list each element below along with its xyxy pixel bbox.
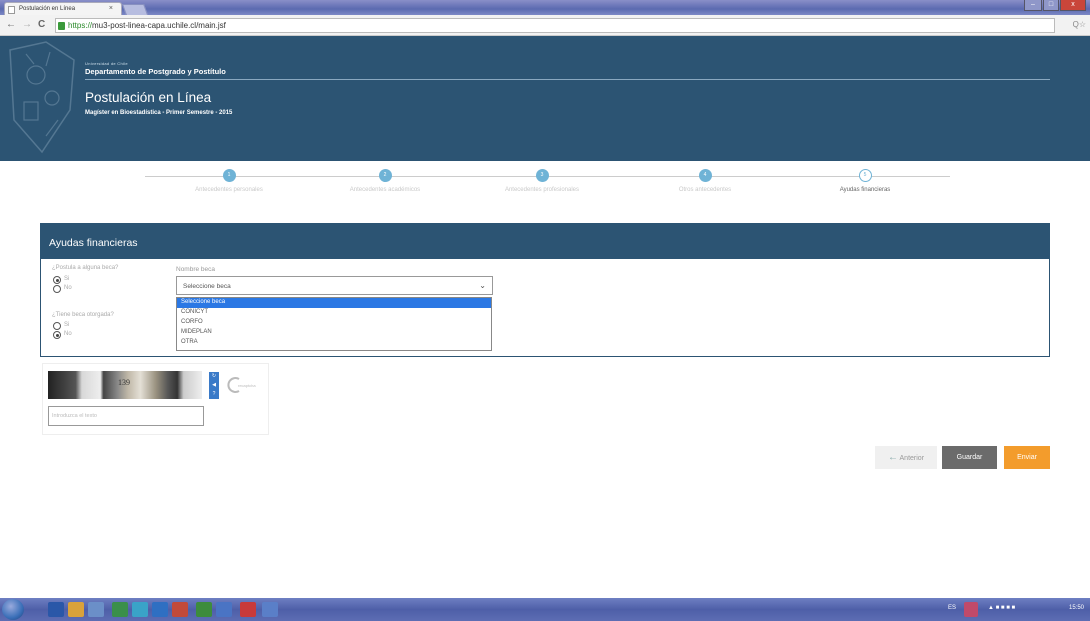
scholarship-dropdown: Seleccione beca CONICYT CORFO MIDEPLAN O… <box>176 297 492 351</box>
audio-icon[interactable]: ◀ <box>212 383 216 388</box>
tray-icons[interactable]: ▲ ■ ■ ■ ■ <box>988 605 1015 611</box>
recaptcha-logo-icon: recaptcha <box>227 377 256 393</box>
step-label: Ayudas financieras <box>839 187 891 193</box>
window-icon[interactable] <box>262 602 278 617</box>
progress-steps: 1 Antecedentes personales 2 Antecedentes… <box>0 161 1090 211</box>
arrow-left-icon: ← <box>887 452 898 463</box>
header-divider <box>85 79 1050 80</box>
clock: 15:50 <box>1068 605 1084 611</box>
chevron-down-icon: ⌄ <box>479 281 486 290</box>
outlook-icon[interactable] <box>216 602 232 617</box>
page-subtitle: Magíster en Bioestadística - Primer Seme… <box>85 110 233 116</box>
dropdown-option[interactable]: MIDEPLAN <box>177 328 491 338</box>
captcha-widget: 139 ↻ ◀ ? recaptcha Introduzca el texto <box>42 363 269 435</box>
app-icon[interactable] <box>132 602 148 617</box>
site-header: Universidad de Chile Departamento de Pos… <box>0 36 1090 161</box>
step-5[interactable]: 5 Ayudas financieras <box>790 169 940 193</box>
step-number: 5 <box>858 169 872 182</box>
university-name: Universidad de Chile <box>85 61 128 66</box>
previous-button[interactable]: ← Anterior <box>875 446 937 469</box>
url-scheme: https:// <box>68 21 93 30</box>
window-controls: – □ x <box>1024 0 1086 11</box>
scholarship-name-label: Nombre beca <box>176 266 216 273</box>
step-label: Antecedentes profesionales <box>504 187 580 193</box>
university-crest-icon <box>9 41 75 154</box>
start-button[interactable] <box>2 599 24 620</box>
financial-aid-panel: Ayudas financieras ¿Postula a alguna bec… <box>40 223 1050 357</box>
save-button[interactable]: Guardar <box>942 446 997 469</box>
captcha-buttons: ↻ ◀ ? <box>209 372 219 399</box>
excel-icon[interactable] <box>196 602 212 617</box>
lock-icon <box>58 22 65 30</box>
browser-tab[interactable]: Postulación en Línea × <box>4 2 122 15</box>
dropdown-option[interactable]: CONICYT <box>177 308 491 318</box>
radio-has-no-label: No <box>64 331 72 337</box>
new-tab-button[interactable] <box>121 4 149 15</box>
step-number: 3 <box>535 169 549 182</box>
word-icon[interactable] <box>152 602 168 617</box>
radio-has-no[interactable] <box>53 331 61 339</box>
page-icon <box>8 6 15 14</box>
dropdown-option[interactable]: Seleccione beca <box>177 298 491 308</box>
folder-icon[interactable] <box>68 602 84 617</box>
chrome-icon[interactable] <box>112 602 128 617</box>
browser-title-bar: Postulación en Línea × – □ x <box>0 0 1090 15</box>
dropdown-option[interactable]: OTRA <box>177 338 491 348</box>
captcha-image: 139 <box>48 371 202 399</box>
question-has-scholarship: ¿Tiene beca otorgada? <box>52 312 114 318</box>
windows-taskbar: ES ▲ ■ ■ ■ ■ 15:50 <box>0 598 1090 621</box>
address-toolbar: ← → C https://mu3-post-linea-capa.uchile… <box>0 15 1090 36</box>
url-text: mu3-post-linea-capa.uchile.cl/main.jsf <box>92 21 226 30</box>
maximize-button[interactable]: □ <box>1043 0 1059 11</box>
scholarship-select[interactable]: Seleccione beca ⌄ <box>176 276 493 295</box>
refresh-icon[interactable]: ↻ <box>212 374 216 379</box>
acrobat-icon[interactable] <box>240 602 256 617</box>
page-title: Postulación en Línea <box>85 90 212 105</box>
scholarship-select-value: Seleccione beca <box>183 283 231 290</box>
step-number: 4 <box>698 169 712 182</box>
tab-close-icon[interactable]: × <box>109 5 113 12</box>
system-tray: ES ▲ ■ ■ ■ ■ 15:50 <box>930 598 1090 621</box>
help-icon[interactable]: ? <box>213 392 216 397</box>
dropdown-option[interactable]: CORFO <box>177 318 491 328</box>
search-star-icon[interactable]: Q☆ <box>1073 20 1086 29</box>
language-indicator[interactable]: ES <box>948 605 956 611</box>
step-number: 1 <box>222 169 236 182</box>
forward-icon[interactable]: → <box>22 19 32 30</box>
tray-app-icon[interactable] <box>964 602 978 617</box>
reload-icon[interactable]: C <box>38 19 45 30</box>
radio-apply-no-label: No <box>64 285 72 291</box>
step-number: 2 <box>378 169 392 182</box>
close-window-button[interactable]: x <box>1060 0 1086 11</box>
media-icon[interactable] <box>88 602 104 617</box>
previous-button-label: Anterior <box>899 455 925 462</box>
department-name: Departamento de Postgrado y Postítulo <box>85 67 226 76</box>
radio-apply-yes-label: Si <box>64 276 70 282</box>
captcha-image-text: 139 <box>118 378 130 387</box>
powerpoint-icon[interactable] <box>172 602 188 617</box>
radio-has-yes-label: Si <box>64 322 70 328</box>
step-4[interactable]: 4 Otros antecedentes <box>630 169 780 193</box>
recaptcha-logo: recaptcha <box>225 376 265 394</box>
radio-apply-no[interactable] <box>53 285 61 293</box>
tab-title: Postulación en Línea <box>19 6 76 12</box>
back-icon[interactable]: ← <box>6 19 16 30</box>
minimize-button[interactable]: – <box>1024 0 1042 11</box>
radio-has-yes[interactable] <box>53 322 61 330</box>
step-label: Otros antecedentes <box>678 187 732 193</box>
step-label: Antecedentes académicos <box>349 187 421 193</box>
step-2[interactable]: 2 Antecedentes académicos <box>310 169 460 193</box>
svg-text:recaptcha: recaptcha <box>238 383 256 388</box>
panel-title: Ayudas financieras <box>41 224 1049 259</box>
step-3[interactable]: 3 Antecedentes profesionales <box>467 169 617 193</box>
step-label: Antecedentes personales <box>195 187 263 193</box>
radio-apply-yes[interactable] <box>53 276 61 284</box>
step-1[interactable]: 1 Antecedentes personales <box>154 169 304 193</box>
captcha-input[interactable]: Introduzca el texto <box>48 406 204 426</box>
send-button[interactable]: Enviar <box>1004 446 1050 469</box>
question-apply-scholarship: ¿Postula a alguna beca? <box>52 265 119 271</box>
url-bar[interactable]: https://mu3-post-linea-capa.uchile.cl/ma… <box>55 18 1055 33</box>
ie-icon[interactable] <box>48 602 64 617</box>
